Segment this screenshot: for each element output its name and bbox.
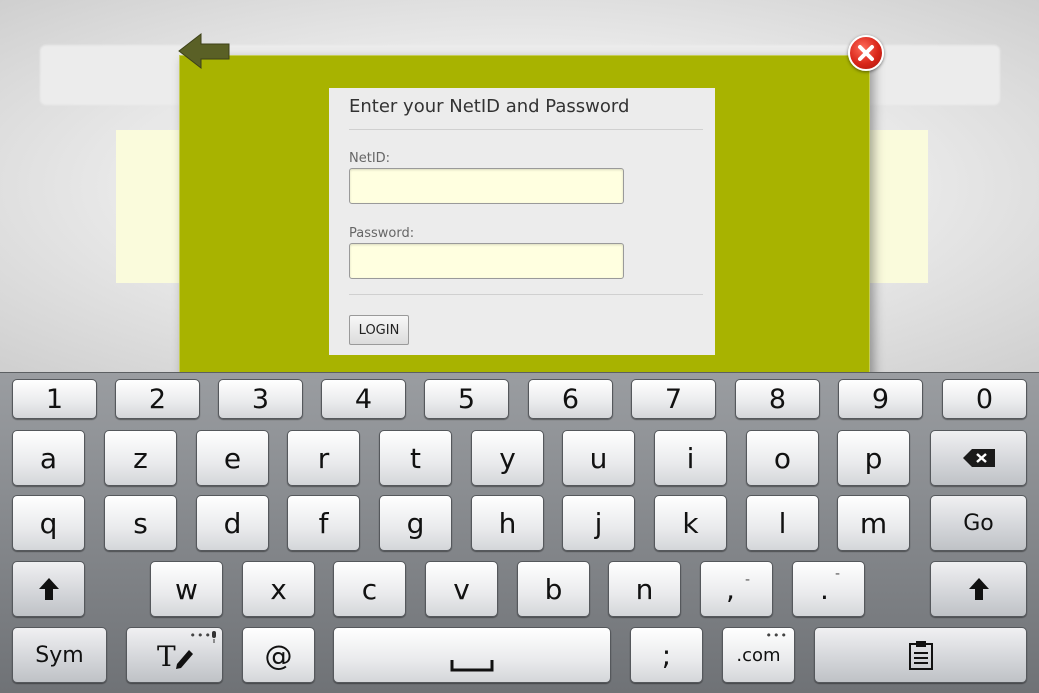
divider xyxy=(349,294,703,295)
key-comma[interactable]: , - xyxy=(700,561,773,617)
on-screen-keyboard: 1 2 3 4 5 6 7 8 9 0 a z e r t y u i o p … xyxy=(0,372,1039,693)
semicolon-key[interactable]: ; xyxy=(630,627,703,683)
password-input[interactable] xyxy=(349,243,624,279)
key-0[interactable]: 0 xyxy=(942,379,1027,419)
netid-input[interactable] xyxy=(349,168,624,204)
key-4[interactable]: 4 xyxy=(321,379,406,419)
key-g[interactable]: g xyxy=(379,495,452,551)
key-2[interactable]: 2 xyxy=(115,379,200,419)
key-l[interactable]: l xyxy=(746,495,819,551)
key-8[interactable]: 8 xyxy=(735,379,820,419)
key-h[interactable]: h xyxy=(471,495,544,551)
space-key[interactable] xyxy=(333,627,611,683)
period-label: . xyxy=(820,572,829,606)
key-e[interactable]: e xyxy=(196,430,269,486)
shift-arrow-icon xyxy=(38,578,59,600)
key-y[interactable]: y xyxy=(471,430,544,486)
text-input-mode-key[interactable]: ••• T xyxy=(126,627,223,683)
key-6[interactable]: 6 xyxy=(528,379,613,419)
divider xyxy=(349,129,703,130)
shift-key-right[interactable] xyxy=(930,561,1027,617)
more-options-dots: ••• xyxy=(189,629,212,642)
key-7[interactable]: 7 xyxy=(631,379,716,419)
space-bar-icon xyxy=(450,660,494,672)
close-button[interactable] xyxy=(848,35,884,71)
login-button[interactable]: LOGIN xyxy=(349,315,409,345)
back-arrow-icon[interactable] xyxy=(177,32,231,70)
shift-key-left[interactable] xyxy=(12,561,85,617)
clipboard-icon xyxy=(908,641,933,670)
key-c[interactable]: c xyxy=(333,561,406,617)
key-period[interactable]: . - xyxy=(792,561,865,617)
more-options-dots: ••• xyxy=(765,629,788,642)
netid-label: NetID: xyxy=(349,151,391,166)
login-title: Enter your NetID and Password xyxy=(349,96,630,117)
key-q[interactable]: q xyxy=(12,495,85,551)
sym-key[interactable]: Sym xyxy=(12,627,107,683)
key-j[interactable]: j xyxy=(562,495,635,551)
go-key[interactable]: Go xyxy=(930,495,1027,551)
key-1[interactable]: 1 xyxy=(12,379,97,419)
dotcom-label: .com xyxy=(736,644,781,666)
microphone-icon xyxy=(212,631,216,643)
shift-arrow-icon xyxy=(968,578,989,600)
svg-text:T: T xyxy=(157,640,176,670)
key-x[interactable]: x xyxy=(242,561,315,617)
key-o[interactable]: o xyxy=(746,430,819,486)
backspace-key[interactable] xyxy=(930,430,1027,486)
clipboard-key[interactable] xyxy=(814,627,1027,683)
key-b[interactable]: b xyxy=(517,561,590,617)
key-p[interactable]: p xyxy=(837,430,910,486)
key-a[interactable]: a xyxy=(12,430,85,486)
comma-label: , xyxy=(726,572,735,606)
key-f[interactable]: f xyxy=(287,495,360,551)
key-u[interactable]: u xyxy=(562,430,635,486)
key-z[interactable]: z xyxy=(104,430,177,486)
key-n[interactable]: n xyxy=(608,561,681,617)
key-r[interactable]: r xyxy=(287,430,360,486)
backspace-icon xyxy=(962,449,995,467)
key-s[interactable]: s xyxy=(104,495,177,551)
at-key[interactable]: @ xyxy=(242,627,315,683)
period-sub-label: - xyxy=(834,566,840,582)
key-9[interactable]: 9 xyxy=(838,379,923,419)
key-3[interactable]: 3 xyxy=(218,379,303,419)
key-w[interactable]: w xyxy=(150,561,223,617)
key-i[interactable]: i xyxy=(654,430,727,486)
close-icon xyxy=(858,45,874,61)
dotcom-key[interactable]: ••• .com xyxy=(722,627,795,683)
key-v[interactable]: v xyxy=(425,561,498,617)
key-5[interactable]: 5 xyxy=(424,379,509,419)
comma-sub-label: - xyxy=(744,572,750,588)
key-d[interactable]: d xyxy=(196,495,269,551)
password-label: Password: xyxy=(349,226,415,241)
key-t[interactable]: t xyxy=(379,430,452,486)
handwriting-pen-icon: T xyxy=(157,640,193,670)
login-form: Enter your NetID and Password NetID: Pas… xyxy=(329,88,715,355)
key-k[interactable]: k xyxy=(654,495,727,551)
key-m[interactable]: m xyxy=(837,495,910,551)
